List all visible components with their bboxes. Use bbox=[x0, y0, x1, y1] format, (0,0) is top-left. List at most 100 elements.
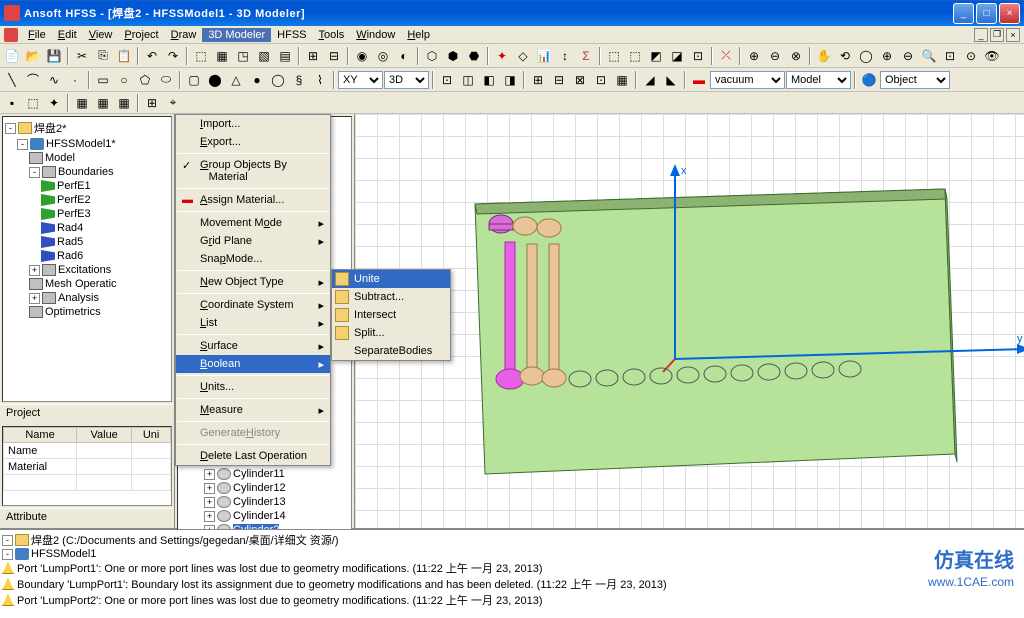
mi-subtract[interactable]: Subtract... bbox=[332, 288, 450, 306]
project-tab[interactable]: Project bbox=[0, 404, 174, 424]
zoom-out-button[interactable]: ⊖ bbox=[898, 46, 918, 66]
tool-b15[interactable]: ↕ bbox=[555, 46, 575, 66]
tool-c8[interactable]: ⊡ bbox=[591, 70, 611, 90]
message-pane[interactable]: -焊盘2 (C:/Documents and Settings/gegedan/… bbox=[0, 528, 1024, 618]
redo-button[interactable]: ↷ bbox=[163, 46, 183, 66]
tool-b8[interactable]: ◉ bbox=[352, 46, 372, 66]
mi-list[interactable]: List▸ bbox=[176, 314, 330, 332]
mi-boolean[interactable]: Boolean▸ bbox=[176, 355, 330, 373]
mi-newobj[interactable]: New Object Type▸ bbox=[176, 273, 330, 291]
tool-b22[interactable]: ⊖ bbox=[765, 46, 785, 66]
draw-cone[interactable]: △ bbox=[226, 70, 246, 90]
tool-b17[interactable]: ⬚ bbox=[625, 46, 645, 66]
view-select[interactable]: 3D bbox=[384, 71, 429, 89]
3d-viewport[interactable]: x y bbox=[355, 114, 1024, 528]
pan-button[interactable]: ✋ bbox=[814, 46, 834, 66]
tool-sigma[interactable]: Σ bbox=[576, 46, 596, 66]
tool-b23[interactable]: ⊗ bbox=[786, 46, 806, 66]
zoom-fit-button[interactable]: 🔍 bbox=[919, 46, 939, 66]
mi-dellast[interactable]: Delete Last Operation bbox=[176, 447, 330, 465]
proj-boundaries[interactable]: Boundaries bbox=[58, 166, 114, 178]
msg-w3[interactable]: Port 'LumpPort2': One or more port lines… bbox=[17, 592, 543, 608]
copy-button[interactable]: ⎘ bbox=[93, 46, 113, 66]
tool-c2[interactable]: ◫ bbox=[458, 70, 478, 90]
close-button[interactable]: × bbox=[999, 3, 1020, 24]
tool-c1[interactable]: ⊡ bbox=[437, 70, 457, 90]
tool-b9[interactable]: ◎ bbox=[373, 46, 393, 66]
tool-b19[interactable]: ◪ bbox=[667, 46, 687, 66]
mi-snap[interactable]: Snap Mode... bbox=[176, 250, 330, 268]
tool-b20[interactable]: ⊡ bbox=[688, 46, 708, 66]
zoom-in-button[interactable]: ⊕ bbox=[877, 46, 897, 66]
draw-circle[interactable]: ○ bbox=[114, 70, 134, 90]
mi-group[interactable]: ✓Group Objects By Material bbox=[176, 156, 330, 186]
menu-3d-modeler[interactable]: 3D Modeler bbox=[202, 28, 271, 42]
tool-b2[interactable]: ▦ bbox=[212, 46, 232, 66]
tool-b1[interactable]: ⬚ bbox=[191, 46, 211, 66]
menu-file[interactable]: FFileile bbox=[22, 28, 52, 42]
tool-compass[interactable]: ✦ bbox=[492, 46, 512, 66]
mi-gridplane[interactable]: Grid Plane▸ bbox=[176, 232, 330, 250]
mi-export[interactable]: Export... bbox=[176, 133, 330, 151]
proj-model[interactable]: Model bbox=[45, 152, 75, 164]
tool-b18[interactable]: ◩ bbox=[646, 46, 666, 66]
draw-helix[interactable]: § bbox=[289, 70, 309, 90]
modelscope-select[interactable]: Model bbox=[786, 71, 851, 89]
mi-split[interactable]: Split... bbox=[332, 324, 450, 342]
tool-c10[interactable]: ◢ bbox=[640, 70, 660, 90]
cyl12[interactable]: Cylinder12 bbox=[233, 482, 286, 494]
proj-excitations[interactable]: Excitations bbox=[58, 264, 111, 276]
tool-chart[interactable]: 📊 bbox=[534, 46, 554, 66]
draw-poly[interactable]: ⬠ bbox=[135, 70, 155, 90]
tool-b26[interactable]: ⊙ bbox=[961, 46, 981, 66]
draw-pt[interactable]: · bbox=[65, 70, 85, 90]
b-perfe1[interactable]: PerfE1 bbox=[57, 180, 91, 192]
draw-rect[interactable]: ▭ bbox=[93, 70, 113, 90]
draw-bond[interactable]: ⌇ bbox=[310, 70, 330, 90]
minimize-button[interactable]: _ bbox=[953, 3, 974, 24]
proj-root[interactable]: 焊盘2* bbox=[34, 120, 66, 136]
draw-spline[interactable]: ∿ bbox=[44, 70, 64, 90]
property-table[interactable]: NameValueUni Name Material bbox=[2, 426, 172, 506]
menu-edit[interactable]: Edit bbox=[52, 28, 83, 42]
draw-line[interactable]: ╲ bbox=[2, 70, 22, 90]
tool-d4[interactable]: ▦ bbox=[72, 93, 92, 113]
draw-torus[interactable]: ◯ bbox=[268, 70, 288, 90]
proj-analysis[interactable]: Analysis bbox=[58, 292, 99, 304]
cyl13[interactable]: Cylinder13 bbox=[233, 496, 286, 508]
b-rad6[interactable]: Rad6 bbox=[57, 250, 83, 262]
material-icon[interactable]: ▬ bbox=[689, 70, 709, 90]
mi-unite[interactable]: Unite bbox=[332, 270, 450, 288]
tool-b11[interactable]: ⬡ bbox=[422, 46, 442, 66]
mdi-close-button[interactable]: × bbox=[1006, 28, 1020, 42]
tool-c6[interactable]: ⊟ bbox=[549, 70, 569, 90]
mi-separate[interactable]: Separate Bodies bbox=[332, 342, 450, 360]
mi-assign[interactable]: ▬Assign Material... bbox=[176, 191, 330, 209]
tool-d8[interactable]: ⌖ bbox=[163, 93, 183, 113]
tool-b7[interactable]: ⊟ bbox=[324, 46, 344, 66]
tool-axis[interactable]: ⤫ bbox=[716, 46, 736, 66]
tool-b5[interactable]: ▤ bbox=[275, 46, 295, 66]
tool-b27[interactable]: 👁 bbox=[982, 46, 1002, 66]
tool-b14[interactable]: ◇ bbox=[513, 46, 533, 66]
draw-arc[interactable]: ⌒ bbox=[23, 70, 43, 90]
menu-tools[interactable]: Tools bbox=[313, 28, 351, 42]
boolean-submenu[interactable]: Unite Subtract... Intersect Split... Sep… bbox=[331, 269, 451, 361]
mi-import[interactable]: Import... bbox=[176, 115, 330, 133]
tool-b3[interactable]: ◳ bbox=[233, 46, 253, 66]
msg-design[interactable]: HFSSModel1 bbox=[31, 548, 96, 560]
cut-button[interactable]: ✂ bbox=[72, 46, 92, 66]
mi-intersect[interactable]: Intersect bbox=[332, 306, 450, 324]
proj-mesh[interactable]: Mesh Operatic bbox=[45, 278, 117, 290]
material-select[interactable]: vacuum bbox=[710, 71, 785, 89]
cyl14[interactable]: Cylinder14 bbox=[233, 510, 286, 522]
maximize-button[interactable]: □ bbox=[976, 3, 997, 24]
tool-c7[interactable]: ⊠ bbox=[570, 70, 590, 90]
paste-button[interactable]: 📋 bbox=[114, 46, 134, 66]
b-rad4[interactable]: Rad4 bbox=[57, 222, 83, 234]
project-tree[interactable]: -焊盘2* -HFSSModel1* Model -Boundaries Per… bbox=[2, 116, 172, 402]
b-perfe2[interactable]: PerfE2 bbox=[57, 194, 91, 206]
tool-c5[interactable]: ⊞ bbox=[528, 70, 548, 90]
mdi-restore-button[interactable]: ❐ bbox=[990, 28, 1004, 42]
tool-b13[interactable]: ⬣ bbox=[464, 46, 484, 66]
